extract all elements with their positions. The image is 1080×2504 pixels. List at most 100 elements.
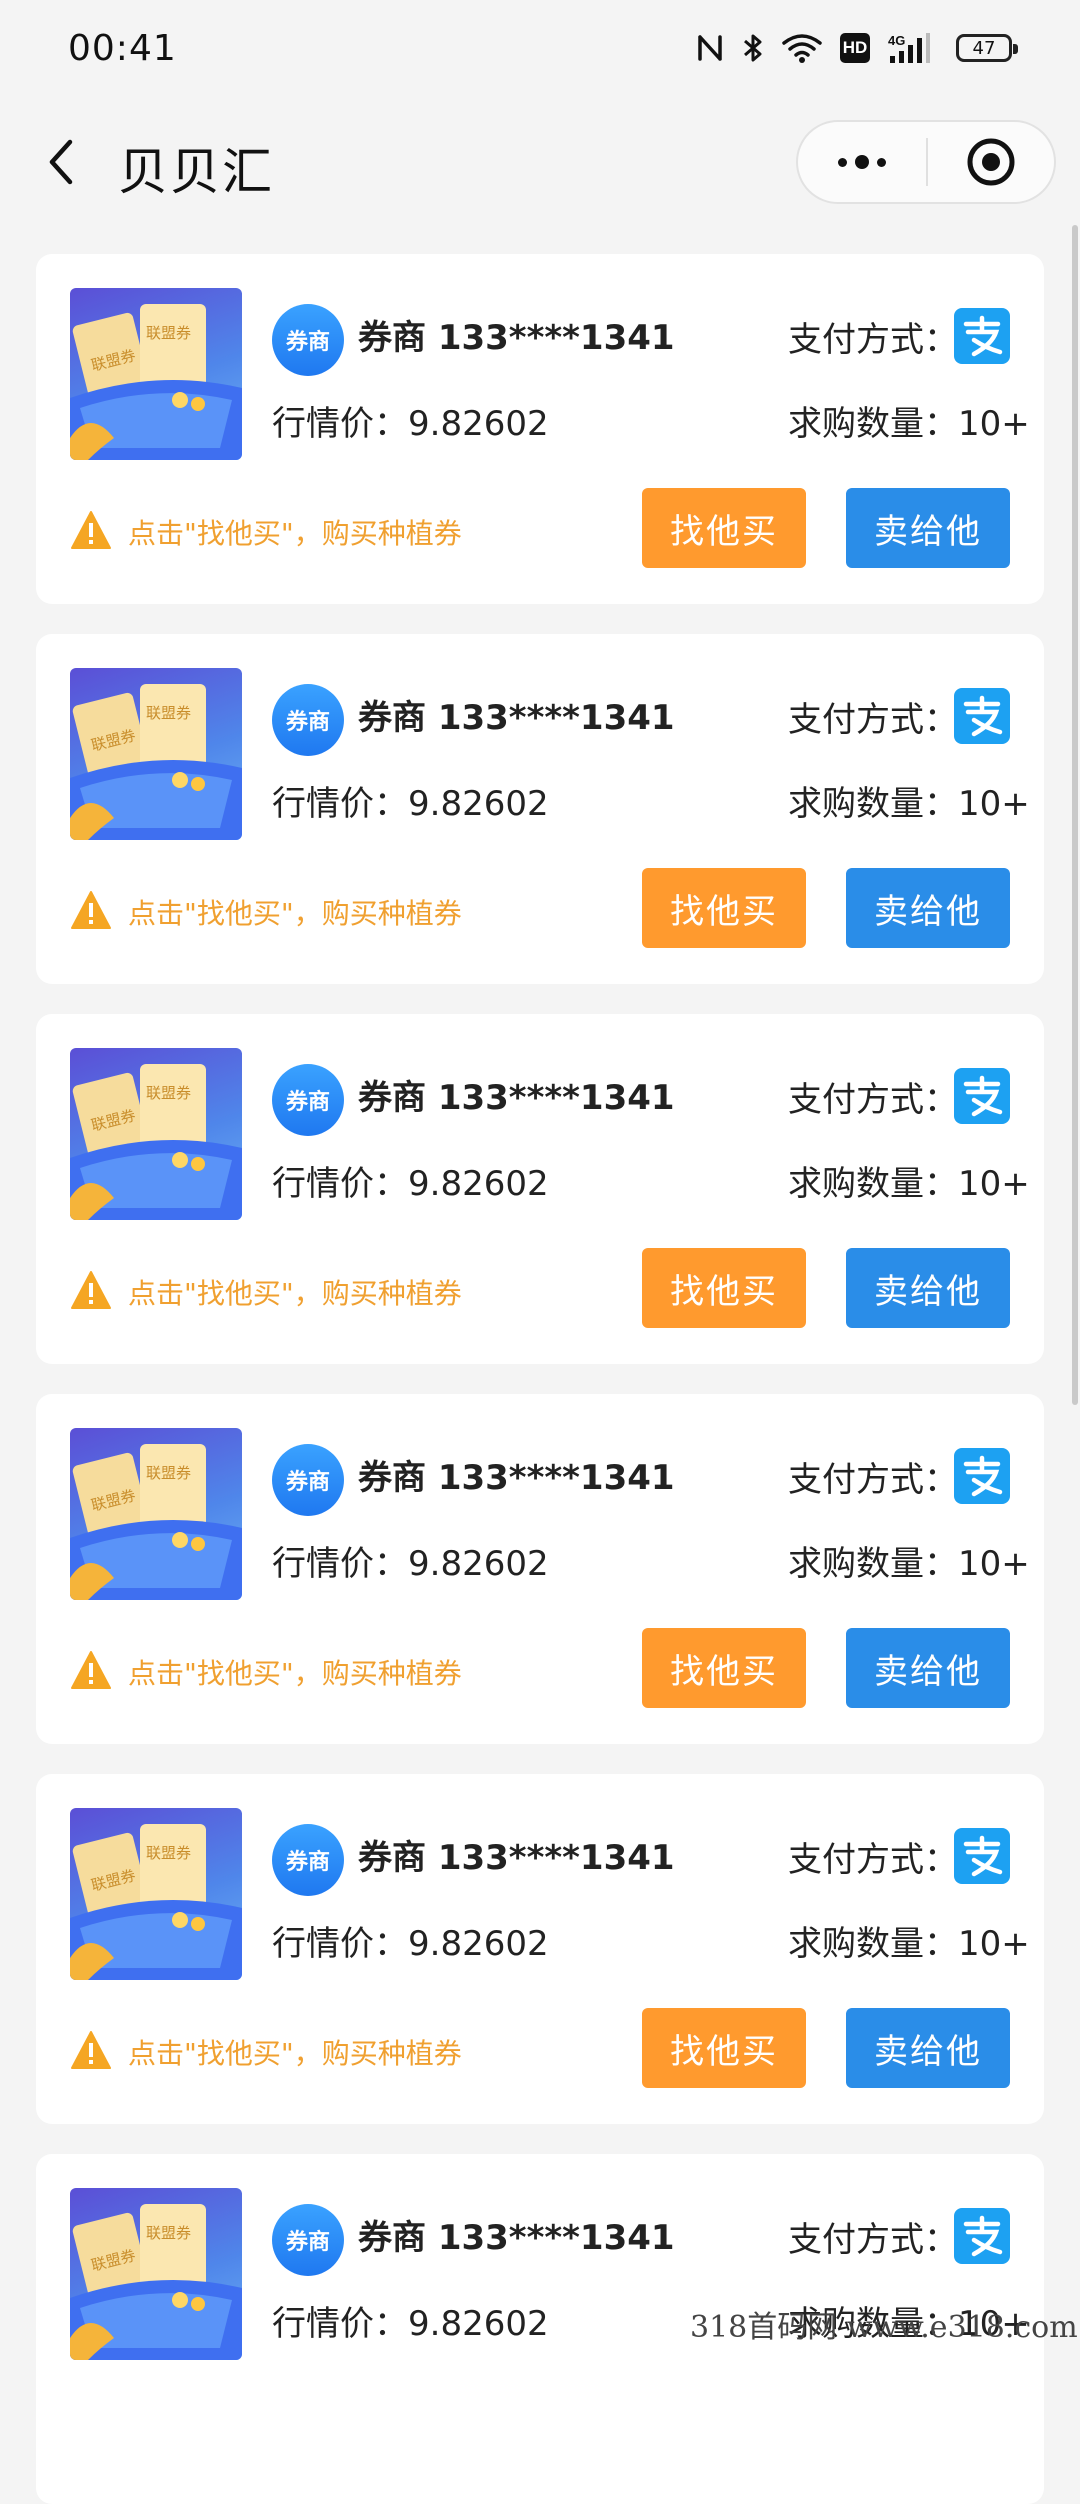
payment-method-label: 支付方式： — [788, 1840, 958, 1880]
buy-from-him-button[interactable]: 找他买 — [642, 2008, 806, 2088]
coupon-thumbnail-art: 联盟券 联盟券 — [70, 2204, 242, 2360]
thumb-tag-right: 联盟券 — [146, 324, 191, 342]
seller-badge: 券商 — [272, 2204, 344, 2276]
close-miniprogram-button[interactable] — [928, 122, 1054, 202]
seller-badge: 券商 — [272, 304, 344, 376]
buy-hint: 点击"找他买"，购买种植券 — [128, 1277, 462, 1310]
thumb-tag-right: 联盟券 — [146, 704, 191, 722]
more-button[interactable] — [798, 122, 926, 202]
market-price: 行情价：9.82602 — [272, 784, 549, 824]
back-button[interactable] — [36, 136, 86, 188]
market-price: 行情价：9.82602 — [272, 1924, 549, 1964]
wifi-icon — [782, 34, 822, 63]
offer-card: 联盟券 联盟券 券商 券商 133****1341 支付方式： 行情价：9.82… — [36, 1014, 1044, 1364]
purchase-quantity: 求购数量：10+ — [788, 1924, 1030, 1964]
page-title: 贝贝汇 — [118, 143, 274, 201]
seller-badge: 券商 — [272, 1824, 344, 1896]
thumb-tag-right: 联盟券 — [146, 2224, 191, 2242]
warning-icon — [71, 1651, 111, 1689]
hd-badge: HD — [840, 33, 870, 63]
buy-hint: 点击"找他买"，购买种植券 — [128, 1657, 462, 1690]
coupon-thumbnail: 联盟券 联盟券 — [70, 1048, 242, 1220]
status-icons: HD 4G 47 — [696, 32, 1018, 64]
target-close-icon — [967, 138, 1015, 186]
offer-card: 联盟券 联盟券 券商 券商 133****1341 支付方式： 行情价：9.82… — [36, 1394, 1044, 1744]
warning-icon — [71, 891, 111, 929]
alipay-icon — [954, 308, 1010, 364]
status-bar: 00:41 HD 4G 47 — [0, 0, 1080, 96]
offer-card: 联盟券 联盟券 券商 券商 133****1341 支付方式： 行情价：9.82… — [36, 254, 1044, 604]
coupon-thumbnail: 联盟券 联盟券 — [70, 1808, 242, 1980]
coupon-thumbnail-art: 联盟券 联盟券 — [70, 304, 242, 460]
coupon-thumbnail: 联盟券 联盟券 — [70, 288, 242, 460]
coupon-thumbnail-art: 联盟券 联盟券 — [70, 1824, 242, 1980]
buy-hint: 点击"找他买"，购买种植券 — [128, 517, 462, 550]
offer-card: 联盟券 联盟券 券商 券商 133****1341 支付方式： 行情价：9.82… — [36, 634, 1044, 984]
purchase-quantity: 求购数量：10+ — [788, 784, 1030, 824]
coupon-thumbnail-art: 联盟券 联盟券 — [70, 1444, 242, 1600]
more-dot-icon — [838, 157, 847, 167]
coupon-thumbnail-art: 联盟券 联盟券 — [70, 1064, 242, 1220]
more-dot-icon — [855, 155, 869, 169]
market-price: 行情价：9.82602 — [272, 404, 549, 444]
payment-method-label: 支付方式： — [788, 2220, 958, 2260]
seller-badge: 券商 — [272, 1064, 344, 1136]
coupon-thumbnail: 联盟券 联盟券 — [70, 2188, 242, 2360]
purchase-quantity: 求购数量：10+ — [788, 1164, 1030, 1204]
seller-name: 券商 133****1341 — [358, 1458, 675, 1498]
market-price: 行情价：9.82602 — [272, 2304, 549, 2344]
buy-from-him-button[interactable]: 找他买 — [642, 1628, 806, 1708]
site-watermark: 318首码网 www.e318.com — [690, 2310, 1078, 2345]
buy-from-him-button[interactable]: 找他买 — [642, 488, 806, 568]
signal-4g-icon: 4G — [888, 33, 930, 63]
alipay-icon — [954, 1828, 1010, 1884]
seller-name: 券商 133****1341 — [358, 698, 675, 738]
seller-name: 券商 133****1341 — [358, 1838, 675, 1878]
sell-to-him-button[interactable]: 卖给他 — [846, 488, 1010, 568]
chevron-left-icon — [49, 139, 73, 185]
payment-method-label: 支付方式： — [788, 700, 958, 740]
purchase-quantity: 求购数量：10+ — [788, 404, 1030, 444]
alipay-icon — [954, 1068, 1010, 1124]
buy-hint: 点击"找他买"，购买种植券 — [128, 2037, 462, 2070]
buy-from-him-button[interactable]: 找他买 — [642, 1248, 806, 1328]
sell-to-him-button[interactable]: 卖给他 — [846, 868, 1010, 948]
seller-name: 券商 133****1341 — [358, 1078, 675, 1118]
coupon-thumbnail-art: 联盟券 联盟券 — [70, 684, 242, 840]
thumb-tag-right: 联盟券 — [146, 1084, 191, 1102]
thumb-tag-right: 联盟券 — [146, 1464, 191, 1482]
purchase-quantity: 求购数量：10+ — [788, 1544, 1030, 1584]
nav-bar: 贝贝汇 — [0, 110, 1080, 214]
miniprogram-capsule — [796, 120, 1056, 204]
market-price: 行情价：9.82602 — [272, 1164, 549, 1204]
payment-method-label: 支付方式： — [788, 320, 958, 360]
market-price: 行情价：9.82602 — [272, 1544, 549, 1584]
svg-text:4G: 4G — [888, 33, 905, 48]
offer-card: 联盟券 联盟券 券商 券商 133****1341 支付方式： 行情价：9.82… — [36, 1774, 1044, 2124]
payment-method-label: 支付方式： — [788, 1080, 958, 1120]
more-dot-icon — [877, 157, 886, 167]
buy-from-him-button[interactable]: 找他买 — [642, 868, 806, 948]
sell-to-him-button[interactable]: 卖给他 — [846, 2008, 1010, 2088]
alipay-icon — [954, 1448, 1010, 1504]
sell-to-him-button[interactable]: 卖给他 — [846, 1248, 1010, 1328]
alipay-icon — [954, 688, 1010, 744]
warning-icon — [71, 2031, 111, 2069]
seller-badge: 券商 — [272, 1444, 344, 1516]
seller-name: 券商 133****1341 — [358, 318, 675, 358]
bluetooth-icon — [744, 34, 762, 62]
coupon-thumbnail: 联盟券 联盟券 — [70, 1428, 242, 1600]
status-time: 00:41 — [68, 27, 177, 69]
sell-to-him-button[interactable]: 卖给他 — [846, 1628, 1010, 1708]
warning-icon — [71, 511, 111, 549]
buy-hint: 点击"找他买"，购买种植券 — [128, 897, 462, 930]
thumb-tag-right: 联盟券 — [146, 1844, 191, 1862]
scrollbar[interactable] — [1072, 225, 1078, 1405]
payment-method-label: 支付方式： — [788, 1460, 958, 1500]
seller-badge: 券商 — [272, 684, 344, 756]
warning-icon — [71, 1271, 111, 1309]
seller-name: 券商 133****1341 — [358, 2218, 675, 2258]
coupon-thumbnail: 联盟券 联盟券 — [70, 668, 242, 840]
battery-indicator: 47 — [956, 34, 1018, 62]
alipay-icon — [954, 2208, 1010, 2264]
